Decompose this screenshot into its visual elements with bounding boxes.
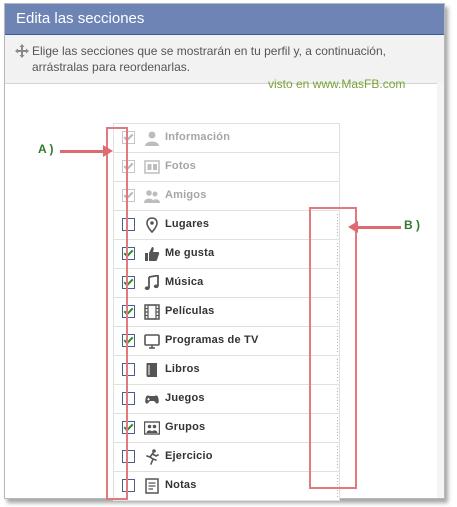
friends-icon [143, 187, 161, 205]
annotation-box-a [106, 127, 128, 500]
section-label: Ejercicio [165, 450, 213, 462]
section-row: Información [113, 123, 340, 152]
section-label: Amigos [165, 189, 207, 201]
annotation-box-b [309, 207, 357, 489]
music-note-icon [143, 274, 161, 292]
callout-b-arrow [348, 221, 401, 233]
dialog-title-bar: Edita las secciones [5, 4, 444, 35]
section-label: Grupos [165, 421, 206, 433]
section-row[interactable]: Programas de TV [113, 326, 340, 355]
section-label: Me gusta [165, 247, 215, 259]
person-icon [143, 129, 161, 147]
section-row[interactable]: Películas [113, 297, 340, 326]
tv-icon [143, 332, 161, 350]
move-arrows-icon [15, 44, 29, 58]
callout-b-label: B ) [404, 218, 420, 232]
section-label: Fotos [165, 160, 196, 172]
section-row[interactable]: Grupos [113, 413, 340, 442]
section-row: Amigos [113, 181, 340, 210]
section-row[interactable]: Ejercicio [113, 442, 340, 471]
watermark: visto en www.MasFB.com [268, 77, 406, 91]
section-row: Fotos [113, 152, 340, 181]
section-label: Música [165, 276, 204, 288]
photos-icon [143, 158, 161, 176]
film-icon [143, 303, 161, 321]
thumbs-up-icon [143, 245, 161, 263]
running-icon [143, 448, 161, 466]
section-label: Juegos [165, 392, 205, 404]
section-label: Lugares [165, 218, 210, 230]
section-row[interactable]: Notas [113, 471, 340, 501]
section-label: Películas [165, 305, 215, 317]
dialog-title: Edita las secciones [16, 10, 145, 27]
section-label: Información [165, 131, 231, 143]
callout-a-label: A ) [38, 142, 54, 156]
callout-a-arrow [60, 145, 113, 157]
group-icon [143, 419, 161, 437]
section-row[interactable]: Libros [113, 355, 340, 384]
notes-icon [143, 477, 161, 495]
sections-list: Información Fotos Amigos Lugares Me gusta Mús… [113, 123, 340, 501]
instructions-text: Elige las secciones que se mostrarán en … [32, 44, 386, 74]
book-icon [143, 361, 161, 379]
section-label: Notas [165, 479, 197, 491]
section-row[interactable]: Música [113, 268, 340, 297]
section-row[interactable]: Juegos [113, 384, 340, 413]
section-label: Libros [165, 363, 200, 375]
section-row[interactable]: Me gusta [113, 239, 340, 268]
section-row[interactable]: Lugares [113, 210, 340, 239]
section-label: Programas de TV [165, 334, 259, 346]
scrollbar[interactable] [437, 83, 444, 498]
gamepad-icon [143, 390, 161, 408]
map-pin-icon [143, 216, 161, 234]
